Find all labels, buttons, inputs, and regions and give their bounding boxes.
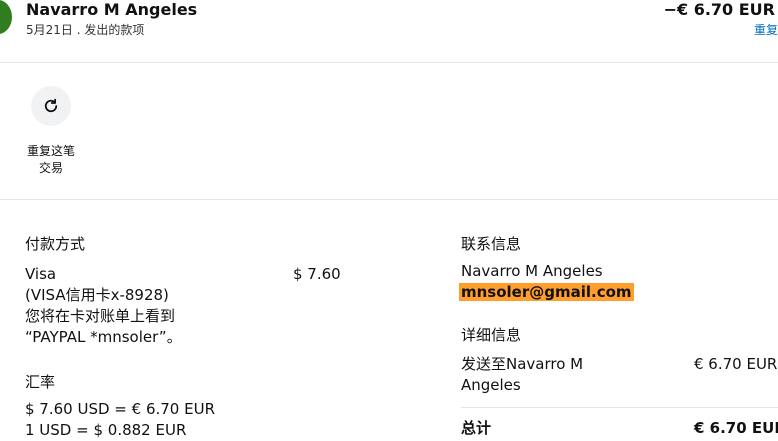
sent-amount: € 6.70 EUR	[694, 355, 778, 373]
payment-amount: $ 7.60	[293, 265, 341, 283]
refresh-icon	[44, 98, 58, 113]
avatar	[0, 0, 12, 34]
payment-method-title: 付款方式	[25, 235, 86, 253]
statement-note-line2: “PAYPAL *mnsoler”。	[25, 328, 182, 346]
actions-divider	[0, 199, 778, 200]
payee-name: Navarro M Angeles	[26, 0, 198, 19]
total-label: 总计	[461, 419, 492, 437]
transaction-amount: −€ 6.70 EUR	[663, 0, 775, 19]
repeat-transaction-label[interactable]: 重复这笔 交易	[22, 143, 80, 177]
repeat-label-line1: 重复这笔	[26, 144, 75, 158]
repeat-transaction-button[interactable]	[31, 86, 71, 126]
payment-method-name: Visa	[25, 265, 57, 283]
contact-email[interactable]: mnsoler@gmail.com	[459, 283, 634, 301]
contact-name: Navarro M Angeles	[461, 262, 603, 280]
sent-to-line2: Angeles	[461, 376, 521, 394]
exchange-rate-line1: $ 7.60 USD = € 6.70 EUR	[25, 400, 215, 418]
exchange-rate-line2: 1 USD = $ 0.882 EUR	[25, 421, 187, 439]
contact-info-title: 联系信息	[461, 235, 522, 253]
header-divider	[0, 62, 778, 63]
details-title: 详细信息	[461, 326, 522, 344]
repeat-link[interactable]: 重复	[754, 21, 778, 38]
repeat-label-line2: 交易	[38, 161, 63, 175]
exchange-rate-title: 汇率	[25, 373, 56, 391]
details-divider	[461, 407, 778, 408]
transaction-subtitle: 5月21日 . 发出的款项	[26, 23, 145, 37]
payment-card: (VISA信用卡x-8928)	[25, 286, 169, 304]
total-amount: € 6.70 EUR	[694, 419, 778, 437]
contact-email-row: mnsoler@gmail.com	[459, 282, 634, 303]
sent-to-line1: 发送至Navarro M	[461, 355, 584, 373]
statement-note-line1: 您将在卡对账单上看到	[25, 307, 176, 325]
